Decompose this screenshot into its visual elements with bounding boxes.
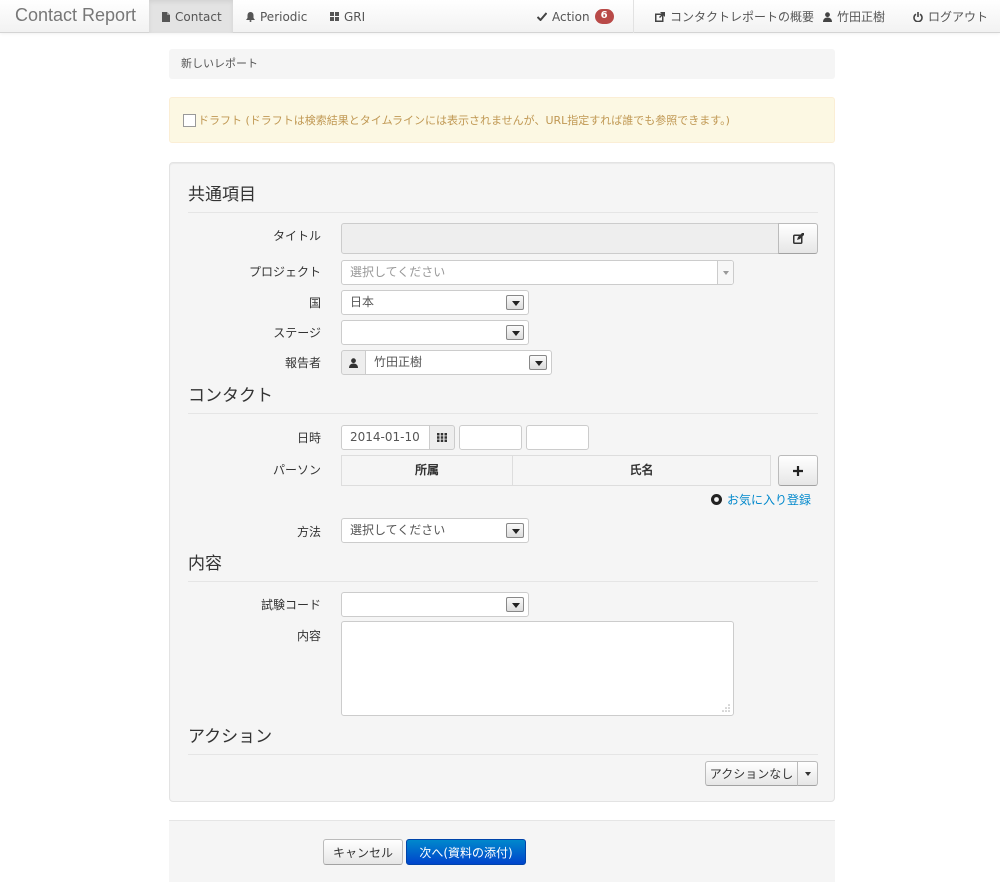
person-col-name: 氏名	[629, 463, 654, 477]
body-textarea[interactable]	[341, 621, 734, 716]
chevron-down-icon	[506, 295, 524, 310]
nav-user[interactable]: 竹田正樹	[823, 0, 885, 33]
project-select[interactable]: 選択してください	[341, 260, 734, 285]
user-icon	[349, 357, 358, 368]
person-col-affiliation: 所属	[342, 456, 513, 485]
resize-grip-icon	[722, 704, 730, 712]
section-action-heading: アクション	[188, 726, 818, 755]
nav-logout[interactable]: ログアウト	[913, 0, 988, 33]
nav-overview[interactable]: コンタクトレポートの概要	[655, 0, 814, 33]
method-select[interactable]: 選択してください	[341, 518, 529, 543]
section-common-heading: 共通項目	[188, 184, 818, 213]
nav-tab-periodic-label: Periodic	[260, 9, 308, 24]
reporter-select[interactable]: 竹田正樹	[365, 350, 552, 375]
plus-icon	[793, 465, 803, 476]
reporter-addon	[341, 350, 366, 375]
country-select-value: 日本	[350, 295, 375, 309]
nav-tab-periodic[interactable]: Periodic	[246, 0, 307, 33]
country-label: 国	[308, 296, 321, 310]
datetime-label: 日時	[296, 431, 321, 445]
draft-alert: ドラフト (ドラフトは検索結果とタイムラインには表示されませんが、URL指定すれ…	[169, 97, 835, 143]
top-navbar: Contact Report Contact Periodic GRI Acti…	[0, 0, 1000, 33]
calendar-button[interactable]	[429, 425, 455, 450]
nav-divider	[633, 0, 634, 33]
nav-overview-label: コンタクトレポートの概要	[670, 9, 815, 24]
cancel-button[interactable]: キャンセル	[323, 839, 403, 865]
plus-circle-icon	[711, 494, 722, 505]
favorite-register-label: お気に入り登録	[727, 493, 812, 507]
breadcrumb: 新しいレポート	[169, 49, 835, 79]
stage-select[interactable]	[341, 320, 529, 345]
nav-action[interactable]: Action 6	[537, 0, 614, 33]
project-select-placeholder: 選択してください	[350, 265, 446, 279]
bell-icon	[246, 11, 255, 22]
share-icon	[655, 11, 665, 22]
next-attach-button[interactable]: 次へ(資料の添付)	[406, 839, 526, 865]
title-label: タイトル	[272, 229, 321, 243]
date-input[interactable]: 2014-01-10	[341, 425, 430, 450]
method-select-value: 選択してください	[350, 523, 446, 537]
title-input[interactable]	[341, 223, 779, 254]
country-select[interactable]: 日本	[341, 290, 529, 315]
check-icon	[537, 12, 547, 21]
report-form: 共通項目 タイトル プロジェクト 選択してください 国 日本 ステージ 報告者 …	[169, 162, 835, 802]
action-none-button[interactable]: アクションなし	[705, 761, 798, 786]
person-table: 所属 氏名	[341, 455, 771, 486]
draft-notice-text: ドラフト (ドラフトは検索結果とタイムラインには表示されませんが、URL指定すれ…	[198, 114, 730, 127]
caret-down-icon	[804, 771, 811, 776]
edit-icon	[792, 233, 804, 244]
power-icon	[913, 11, 923, 22]
draft-checkbox[interactable]	[183, 113, 196, 127]
chevron-down-icon	[717, 261, 733, 284]
reporter-label: 報告者	[284, 356, 321, 370]
nav-action-label: Action	[552, 9, 590, 24]
form-actions-bar: キャンセル 次へ(資料の添付)	[169, 820, 835, 882]
section-contact-heading: コンタクト	[188, 385, 818, 414]
document-icon	[162, 11, 170, 22]
reporter-select-value: 竹田正樹	[374, 355, 423, 369]
nav-user-name: 竹田正樹	[837, 9, 886, 24]
add-person-button[interactable]	[778, 455, 818, 486]
section-content-heading: 内容	[188, 553, 818, 582]
nav-logout-label: ログアウト	[928, 9, 989, 24]
nav-tab-gri[interactable]: GRI	[330, 0, 365, 33]
nav-tab-gri-label: GRI	[344, 9, 366, 24]
action-count-badge: 6	[594, 9, 614, 24]
test-code-select[interactable]	[341, 592, 529, 617]
test-code-label: 試験コード	[260, 598, 321, 612]
brand-logo[interactable]: Contact Report	[15, 5, 136, 26]
person-label: パーソン	[272, 463, 321, 477]
user-icon	[823, 11, 832, 22]
calendar-icon	[437, 433, 447, 442]
stage-label: ステージ	[273, 326, 321, 340]
chevron-down-icon	[506, 597, 524, 612]
title-edit-button[interactable]	[778, 223, 818, 254]
minute-input[interactable]	[526, 425, 589, 450]
grid-icon	[330, 12, 339, 21]
body-label: 内容	[296, 629, 321, 643]
nav-tab-contact-label: Contact	[175, 9, 222, 24]
project-label: プロジェクト	[248, 265, 321, 279]
favorite-register-link[interactable]: お気に入り登録	[711, 491, 811, 508]
nav-tab-contact[interactable]: Contact	[149, 0, 233, 33]
hour-input[interactable]	[459, 425, 522, 450]
action-dropdown-toggle[interactable]	[797, 761, 818, 786]
method-label: 方法	[296, 525, 321, 539]
chevron-down-icon	[529, 355, 547, 370]
chevron-down-icon	[506, 325, 524, 340]
chevron-down-icon	[506, 523, 524, 538]
